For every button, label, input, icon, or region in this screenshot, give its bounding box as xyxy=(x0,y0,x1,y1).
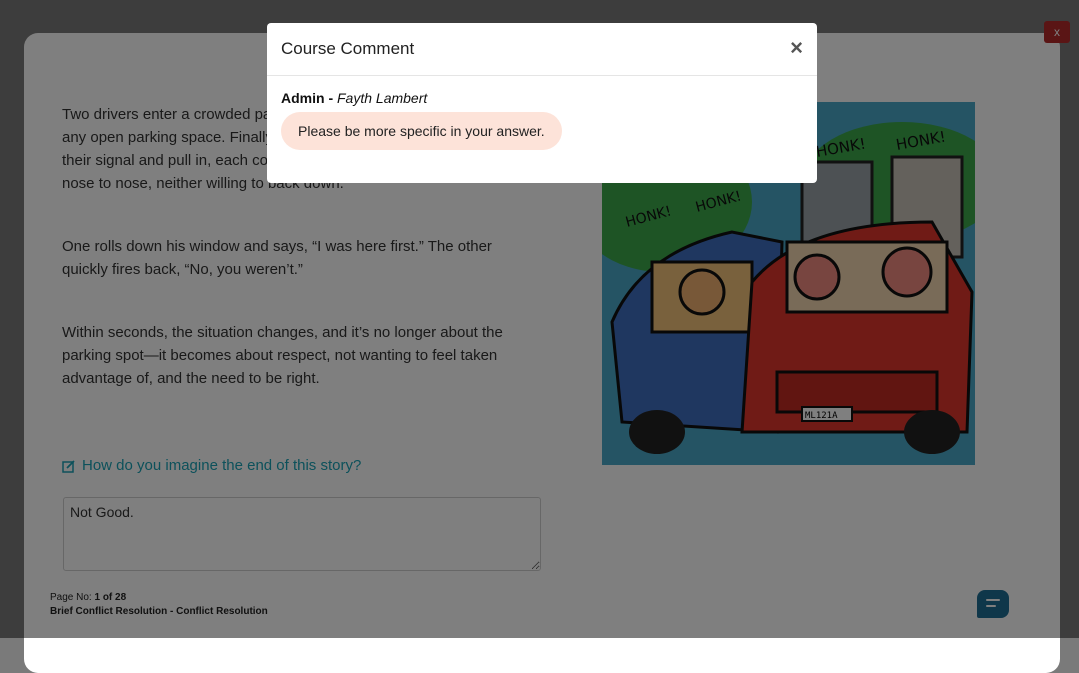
comment-role: Admin - xyxy=(281,90,334,106)
comment-bubble: Please be more specific in your answer. xyxy=(281,112,562,150)
comment-author: Fayth Lambert xyxy=(337,90,428,106)
comment-meta: Admin - Fayth Lambert xyxy=(281,90,427,106)
modal-header: Course Comment × xyxy=(267,23,817,76)
modal-close-icon[interactable]: × xyxy=(790,35,803,61)
course-comment-modal: Course Comment × Admin - Fayth Lambert P… xyxy=(267,23,817,183)
modal-title: Course Comment xyxy=(281,39,415,58)
